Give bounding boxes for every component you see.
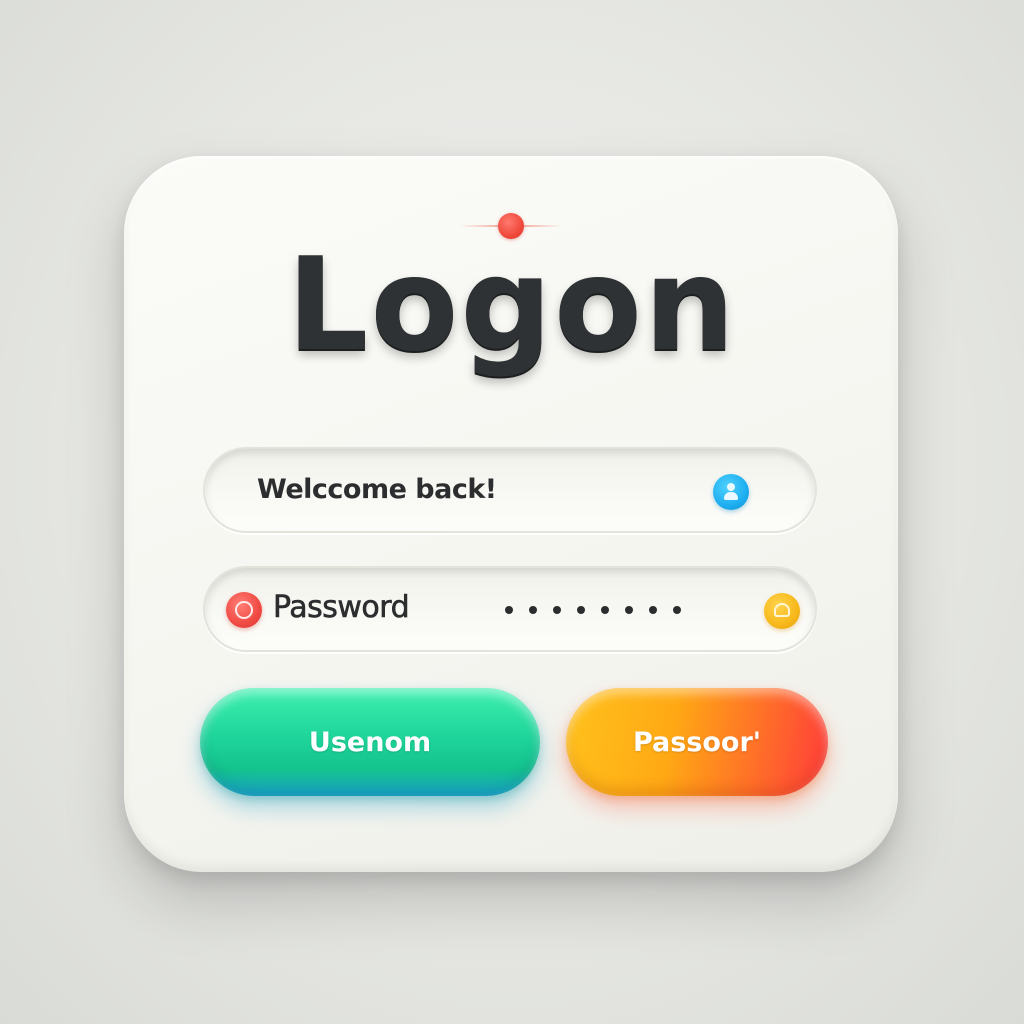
password-mask bbox=[505, 598, 681, 622]
password-field-label: Password bbox=[273, 590, 410, 626]
decorative-line bbox=[524, 225, 562, 227]
lock-icon[interactable] bbox=[764, 593, 800, 629]
page-title: Logon bbox=[286, 231, 738, 380]
usenom-button-label: Usenom bbox=[308, 726, 432, 758]
decorative-line bbox=[460, 225, 498, 227]
username-field[interactable]: Welccome back! bbox=[203, 447, 817, 533]
passoor-button-label: Passoor' bbox=[632, 726, 762, 758]
record-icon bbox=[226, 592, 262, 628]
password-field[interactable]: Password bbox=[203, 566, 817, 652]
user-icon bbox=[713, 474, 749, 510]
passoor-button[interactable]: Passoor' bbox=[566, 688, 828, 796]
usenom-button[interactable]: Usenom bbox=[200, 688, 540, 796]
username-field-value: Welccome back! bbox=[257, 474, 497, 505]
